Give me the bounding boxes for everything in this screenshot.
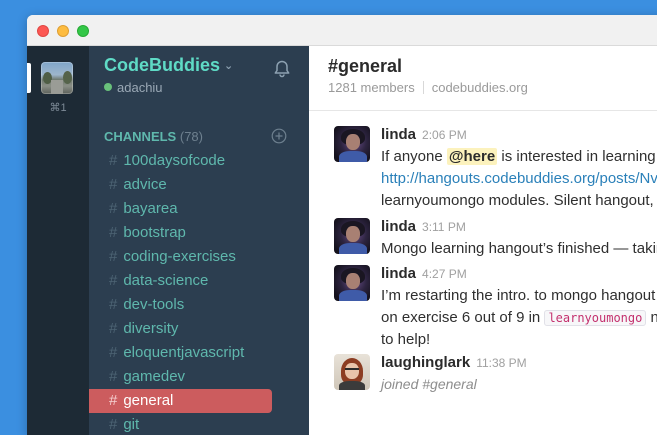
sidebar-item-label: 100daysofcode bbox=[123, 152, 226, 169]
channel-header: #general 1281 members codebuddies.org bbox=[309, 46, 657, 111]
sidebar-item-diversity[interactable]: # diversity bbox=[89, 317, 309, 341]
channels-count: (78) bbox=[179, 129, 203, 144]
sidebar-item-label: bayarea bbox=[123, 200, 178, 217]
message-body: laughinglark 11:38 PM joined #general bbox=[381, 354, 657, 392]
sidebar-item-label: general bbox=[123, 392, 174, 409]
hash-icon: # bbox=[109, 368, 118, 385]
hash-icon: # bbox=[109, 320, 118, 337]
title-bar bbox=[27, 15, 657, 46]
zoom-window-button[interactable] bbox=[77, 25, 89, 37]
message-timestamp[interactable]: 3:11 PM bbox=[422, 220, 466, 234]
sidebar-item-label: data-science bbox=[123, 272, 209, 289]
sidebar-item-data-science[interactable]: # data-science bbox=[89, 269, 309, 293]
channel-meta: 1281 members codebuddies.org bbox=[328, 80, 528, 95]
sidebar-item-label: git bbox=[123, 416, 140, 433]
message-text-segment: If anyone bbox=[381, 148, 447, 165]
presence-active-icon bbox=[104, 83, 112, 91]
sidebar-item-label: gamedev bbox=[123, 368, 186, 385]
message-pane: #general 1281 members codebuddies.org lin… bbox=[309, 46, 657, 435]
sidebar-item-bootstrap[interactable]: # bootstrap bbox=[89, 221, 309, 245]
hash-icon: # bbox=[109, 392, 118, 409]
message-author[interactable]: laughinglark bbox=[381, 354, 470, 371]
sidebar-item-eloquentjavascript[interactable]: # eloquentjavascript bbox=[89, 341, 309, 365]
active-team-marker bbox=[27, 63, 31, 93]
avatar[interactable] bbox=[334, 354, 370, 390]
message-text: I’m restarting the intro. to mongo hango… bbox=[381, 287, 657, 304]
hash-icon: # bbox=[109, 416, 118, 433]
sidebar-item-git[interactable]: # git bbox=[89, 413, 309, 435]
sidebar-item-label: eloquentjavascript bbox=[123, 344, 245, 361]
current-user[interactable]: adachiu bbox=[104, 80, 163, 95]
channels-section-header[interactable]: CHANNELS (78) bbox=[104, 129, 203, 144]
message-text-segment: no bbox=[650, 309, 657, 326]
avatar[interactable] bbox=[334, 218, 370, 254]
sidebar-item-label: dev-tools bbox=[123, 296, 185, 313]
meta-divider bbox=[422, 81, 424, 94]
sidebar-item-gamedev[interactable]: # gamedev bbox=[89, 365, 309, 389]
message-body: linda 2:06 PM If anyone @here is interest… bbox=[381, 126, 657, 212]
sidebar-item-100daysofcode[interactable]: #100daysofcode bbox=[89, 149, 309, 173]
message-author[interactable]: linda bbox=[381, 126, 416, 143]
sidebar: CodeBuddies ⌄ adachiu CHANNELS (78) #100d… bbox=[89, 46, 309, 435]
team-icon[interactable] bbox=[41, 62, 73, 94]
sidebar-item-label: bootstrap bbox=[123, 224, 186, 241]
sidebar-item-advice[interactable]: # advice bbox=[89, 173, 309, 197]
add-channel-icon[interactable] bbox=[271, 128, 287, 144]
team-name-menu[interactable]: CodeBuddies ⌄ bbox=[104, 55, 233, 76]
sidebar-item-general[interactable]: # general bbox=[89, 389, 272, 413]
close-window-button[interactable] bbox=[37, 25, 49, 37]
hash-icon: # bbox=[109, 248, 118, 265]
channels-label: CHANNELS bbox=[104, 129, 177, 144]
sidebar-item-dev-tools[interactable]: # dev-tools bbox=[89, 293, 309, 317]
message-text: Mongo learning hangout’s finished — taki… bbox=[381, 240, 657, 257]
channel-topic: codebuddies.org bbox=[431, 80, 528, 95]
message-body: linda 3:11 PM Mongo learning hangout’s fi… bbox=[381, 218, 657, 260]
sidebar-item-bayarea[interactable]: # bayarea bbox=[89, 197, 309, 221]
team-shortcut-label: ⌘1 bbox=[49, 102, 67, 114]
hash-icon: # bbox=[109, 296, 118, 313]
message-body: linda 4:27 PM I’m restarting the intro. t… bbox=[381, 265, 657, 351]
message-author[interactable]: linda bbox=[381, 218, 416, 235]
username: adachiu bbox=[117, 80, 163, 95]
hash-icon: # bbox=[109, 176, 118, 193]
hash-icon: # bbox=[109, 224, 118, 241]
message-timestamp[interactable]: 11:38 PM bbox=[476, 356, 526, 370]
message-text: to help! bbox=[381, 331, 431, 348]
message-timestamp[interactable]: 4:27 PM bbox=[422, 267, 467, 281]
message-author[interactable]: linda bbox=[381, 265, 416, 282]
hash-icon: # bbox=[109, 272, 118, 289]
message-timestamp[interactable]: 2:06 PM bbox=[422, 128, 467, 142]
bell-icon[interactable] bbox=[272, 59, 292, 79]
member-count[interactable]: 1281 members bbox=[328, 80, 415, 95]
app-window: ⌘1 CodeBuddies ⌄ adachiu CHANNELS (78) #1… bbox=[27, 15, 657, 435]
message-text: learnyoumongo modules. Silent hangout, s… bbox=[381, 192, 657, 209]
channel-title[interactable]: #general bbox=[328, 56, 402, 77]
team-name: CodeBuddies bbox=[104, 55, 221, 75]
minimize-window-button[interactable] bbox=[57, 25, 69, 37]
sidebar-item-label: coding-exercises bbox=[123, 248, 236, 265]
join-notice: joined #general bbox=[381, 376, 477, 392]
chevron-down-icon: ⌄ bbox=[224, 60, 234, 72]
message-text-segment: on exercise 6 out of 9 in bbox=[381, 309, 545, 326]
avatar[interactable] bbox=[334, 126, 370, 162]
hangout-link[interactable]: http://hangouts.codebuddies.org/posts/Nv bbox=[381, 170, 657, 187]
hash-icon: # bbox=[109, 152, 118, 169]
message-text: on exercise 6 out of 9 in learnyoumongo … bbox=[381, 307, 657, 329]
sidebar-item-coding-exercises[interactable]: # coding-exercises bbox=[89, 245, 309, 269]
sidebar-item-label: diversity bbox=[123, 320, 179, 337]
channel-list: #100daysofcode # advice # bayarea # bootstrap #… bbox=[89, 149, 309, 435]
hash-icon: # bbox=[109, 344, 118, 361]
sidebar-item-label: advice bbox=[123, 176, 167, 193]
here-mention: @here bbox=[446, 148, 498, 165]
inline-code: learnyoumongo bbox=[544, 310, 647, 326]
avatar[interactable] bbox=[334, 265, 370, 301]
hash-icon: # bbox=[109, 200, 118, 217]
team-switcher: ⌘1 bbox=[27, 46, 89, 435]
message-text: If anyone @here is interested in learnin… bbox=[381, 146, 657, 168]
message-text-segment: is interested in learning m bbox=[497, 148, 657, 165]
